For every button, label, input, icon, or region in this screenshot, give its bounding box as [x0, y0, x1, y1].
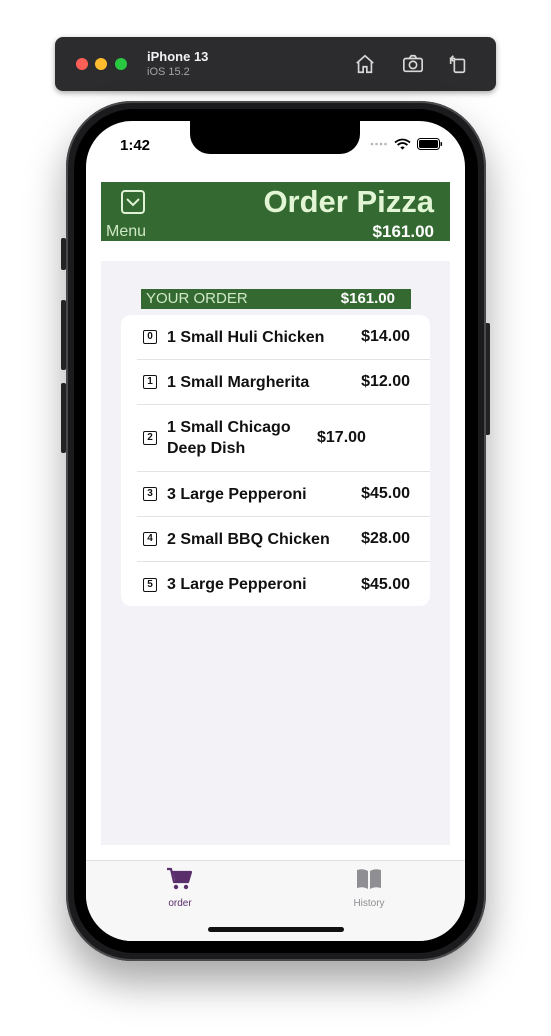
camera-icon	[403, 54, 423, 73]
item-price: $45.00	[361, 575, 410, 593]
item-price: $14.00	[361, 328, 410, 345]
item-price: $28.00	[361, 530, 410, 547]
home-icon	[356, 54, 374, 74]
item-name: 3 Large Pepperoni	[167, 485, 307, 503]
order-item[interactable]: 1 1 Small Margherita $12.00	[137, 360, 430, 405]
header-total: $161.00	[372, 222, 434, 241]
item-name: 3 Large Pepperoni	[167, 576, 307, 593]
item-name: 1 Small Huli Chicken	[167, 328, 325, 346]
wifi-icon	[394, 138, 411, 150]
simulator-toolbar: iPhone 13 iOS 15.2	[55, 37, 496, 91]
item-index-badge: 4	[143, 532, 157, 546]
status-indicators	[370, 138, 443, 150]
screenshot-button[interactable]	[400, 51, 426, 77]
item-name: 1 Small Margherita	[167, 373, 310, 391]
item-index-badge: 3	[143, 487, 157, 501]
item-price: $12.00	[361, 373, 410, 390]
your-order-header: YOUR ORDER $161.00	[141, 289, 411, 309]
tab-history-label: History	[353, 898, 385, 909]
chevron-down-icon	[126, 197, 140, 206]
order-item[interactable]: 5 3 Large Pepperoni $45.00	[137, 562, 430, 607]
item-name: 1 Small Chicago Deep Dish	[167, 419, 291, 457]
rotate-icon	[449, 55, 466, 74]
cellular-signal-icon	[370, 142, 387, 146]
tab-order[interactable]: order	[150, 867, 210, 909]
os-version: iOS 15.2	[147, 66, 190, 78]
page-title: Order Pizza	[263, 184, 434, 219]
your-order-total: $161.00	[340, 290, 395, 307]
order-item[interactable]: 4 2 Small BBQ Chicken $28.00	[137, 517, 430, 562]
your-order-label: YOUR ORDER	[146, 290, 248, 307]
minimize-window-button[interactable]	[95, 58, 107, 70]
cart-icon	[167, 867, 193, 890]
zoom-window-button[interactable]	[115, 58, 127, 70]
notch	[190, 121, 360, 154]
order-content: YOUR ORDER $161.00 0 1 Small Huli Chicke…	[101, 261, 450, 845]
home-button[interactable]	[352, 51, 378, 77]
tab-order-label: order	[168, 898, 192, 909]
phone-screen: 1:42 Menu Order Pizza $161.00 YOUR ORDER…	[86, 121, 465, 941]
order-item[interactable]: 3 3 Large Pepperoni $45.00	[137, 472, 430, 517]
battery-icon	[417, 138, 443, 150]
item-index-badge: 5	[143, 577, 157, 592]
device-name: iPhone 13	[147, 49, 209, 64]
book-icon	[357, 869, 381, 889]
close-window-button[interactable]	[76, 58, 88, 70]
tab-history[interactable]: History	[339, 867, 399, 909]
app-header: Menu Order Pizza $161.00	[101, 182, 450, 241]
item-price: $17.00	[317, 429, 366, 446]
menu-label[interactable]: Menu	[106, 223, 146, 241]
item-name: 2 Small BBQ Chicken	[167, 530, 330, 548]
item-index-badge: 0	[143, 330, 157, 344]
item-price: $45.00	[361, 485, 410, 502]
order-item[interactable]: 0 1 Small Huli Chicken $14.00	[137, 315, 430, 360]
menu-toggle-button[interactable]	[121, 190, 145, 214]
status-time: 1:42	[120, 137, 151, 154]
order-item[interactable]: 2 1 Small Chicago Deep Dish $17.00	[137, 405, 430, 472]
order-list: 0 1 Small Huli Chicken $14.00 1 1 Small …	[121, 315, 430, 606]
home-indicator	[208, 927, 344, 932]
item-index-badge: 2	[143, 431, 157, 445]
rotate-button[interactable]	[445, 51, 471, 77]
item-index-badge: 1	[143, 375, 157, 389]
